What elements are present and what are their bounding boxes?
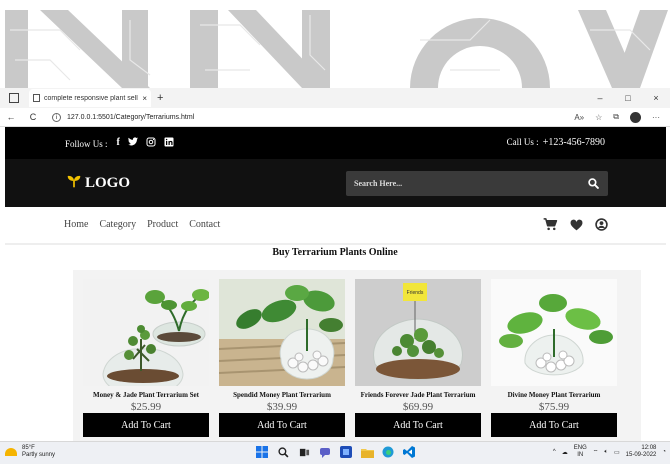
product-price: $39.99 xyxy=(266,401,298,413)
product-name[interactable]: Money & Jade Plant Terrarium Set xyxy=(83,391,209,399)
add-to-cart-button[interactable]: Add To Cart xyxy=(491,413,617,437)
product-card: Money & Jade Plant Terrarium Set $25.99 … xyxy=(73,270,209,445)
main-navigation: Home Category Product Contact xyxy=(5,207,666,245)
more-menu-icon[interactable]: ··· xyxy=(652,113,660,122)
site-top-bar: Follow Us : f Call Us : +123-456-7890 xyxy=(5,127,666,159)
linkedin-icon[interactable] xyxy=(164,137,174,150)
weather-desc: Partly sunny xyxy=(22,452,56,458)
call-label: Call Us : xyxy=(506,137,539,147)
page-favicon-icon xyxy=(33,94,40,102)
social-links: f xyxy=(117,137,174,150)
site-info-icon[interactable]: i xyxy=(52,112,61,122)
product-card: Friends Friends Forever Jade Plant Terra… xyxy=(345,270,481,445)
tab-actions-icon[interactable] xyxy=(9,93,19,103)
desktop-wallpaper-banner xyxy=(0,0,670,88)
minimize-button[interactable]: – xyxy=(586,93,614,103)
phone-number[interactable]: +123-456-7890 xyxy=(543,137,605,148)
volume-icon[interactable]: 🔈︎ xyxy=(604,449,608,456)
back-button[interactable]: ← xyxy=(0,112,22,122)
weather-temp: 85°F xyxy=(22,445,35,451)
product-name[interactable]: Divine Money Plant Terrarium xyxy=(491,391,617,399)
notifications-icon[interactable]: ◔ xyxy=(662,449,666,455)
search-icon[interactable] xyxy=(578,171,608,196)
start-windows-icon[interactable] xyxy=(255,445,269,459)
close-window-button[interactable]: × xyxy=(642,93,670,103)
clock[interactable]: 12:08 15-09-2022 xyxy=(626,445,657,459)
heart-icon[interactable] xyxy=(570,218,583,236)
product-name[interactable]: Friends Forever Jade Plant Terrarium xyxy=(355,391,481,399)
product-price: $25.99 xyxy=(130,401,162,413)
maximize-button[interactable]: □ xyxy=(614,93,642,103)
cart-icon[interactable] xyxy=(543,218,558,236)
weather-widget[interactable]: 85°F Partly sunny xyxy=(5,445,55,459)
twitter-icon[interactable] xyxy=(127,137,138,150)
language-indicator[interactable]: ENG IN xyxy=(574,445,587,459)
facebook-icon[interactable]: f xyxy=(117,137,120,150)
read-aloud-icon[interactable]: A» xyxy=(574,113,584,122)
tray-chevron-icon[interactable]: ^ xyxy=(553,449,556,455)
svg-text:Friends: Friends xyxy=(407,290,424,296)
product-image[interactable] xyxy=(491,279,617,386)
vscode-icon[interactable] xyxy=(402,445,416,459)
wifi-icon[interactable]: ⌔ xyxy=(593,448,599,456)
nav-home[interactable]: Home xyxy=(64,219,88,230)
browser-tab-strip: complete responsive plant selling… × + –… xyxy=(0,88,670,108)
chat-icon[interactable] xyxy=(318,445,332,459)
product-image[interactable] xyxy=(83,279,209,386)
call-us: Call Us : +123-456-7890 xyxy=(507,137,605,148)
window-controls: – □ × xyxy=(586,88,670,108)
favorites-add-icon[interactable]: ☆ xyxy=(595,113,602,122)
url-field[interactable]: i 127.0.0.1:5501/Category/Terrariums.htm… xyxy=(52,110,574,124)
plant-sprout-icon xyxy=(67,174,81,193)
add-to-cart-button[interactable]: Add To Cart xyxy=(219,413,345,437)
product-image[interactable] xyxy=(219,279,345,386)
file-explorer-icon[interactable] xyxy=(360,445,374,459)
profile-avatar[interactable] xyxy=(630,111,641,123)
new-tab-button[interactable]: + xyxy=(157,92,163,104)
collections-icon[interactable]: ⧉ xyxy=(613,112,619,122)
logo-text: LOGO xyxy=(85,175,131,191)
site-logo[interactable]: LOGO xyxy=(67,174,130,193)
search-box xyxy=(346,171,608,196)
nav-icons xyxy=(543,218,608,236)
instagram-icon[interactable] xyxy=(146,137,156,150)
product-grid: Money & Jade Plant Terrarium Set $25.99 … xyxy=(73,270,641,445)
product-card: Spendid Money Plant Terrarium $39.99 Add… xyxy=(209,270,345,445)
tab-close-icon[interactable]: × xyxy=(142,94,147,103)
product-price: $69.99 xyxy=(402,401,434,413)
search-input[interactable] xyxy=(346,178,578,189)
browser-tab[interactable]: complete responsive plant selling… × xyxy=(29,89,151,107)
tab-title: complete responsive plant selling… xyxy=(44,94,138,102)
nav-category[interactable]: Category xyxy=(99,219,136,230)
browser-address-bar: ← C i 127.0.0.1:5501/Category/Terrariums… xyxy=(0,108,670,127)
product-price: $75.99 xyxy=(538,401,570,413)
nav-contact[interactable]: Contact xyxy=(189,219,220,230)
page-heading: Buy Terrarium Plants Online xyxy=(272,247,398,258)
add-to-cart-button[interactable]: Add To Cart xyxy=(83,413,209,437)
follow-label: Follow Us : xyxy=(65,138,108,149)
nav-product[interactable]: Product xyxy=(147,219,178,230)
user-icon[interactable] xyxy=(595,218,608,236)
follow-us: Follow Us : f xyxy=(65,137,174,150)
windows-taskbar: 85°F Partly sunny ^ ☁ ENG IN ⌔ 🔈︎ ▭ 12:0… xyxy=(0,441,670,464)
taskbar-apps xyxy=(255,445,416,459)
weather-sun-icon xyxy=(5,448,17,456)
add-to-cart-button[interactable]: Add To Cart xyxy=(355,413,481,437)
url-text: 127.0.0.1:5501/Category/Terrariums.html xyxy=(67,113,195,121)
task-view-icon[interactable] xyxy=(297,445,311,459)
battery-icon[interactable]: ▭ xyxy=(614,449,620,456)
edge-browser-icon[interactable] xyxy=(381,445,395,459)
nav-links: Home Category Product Contact xyxy=(64,219,220,230)
browser-toolbar-icons: A» ☆ ⧉ ··· xyxy=(574,111,660,123)
site-header: LOGO xyxy=(5,159,666,207)
product-image[interactable]: Friends xyxy=(355,279,481,386)
reload-button[interactable]: C xyxy=(22,112,44,122)
system-tray: ^ ☁ ENG IN ⌔ 🔈︎ ▭ 12:08 15-09-2022 ◔ xyxy=(553,445,666,459)
widgets-icon[interactable] xyxy=(339,445,353,459)
onedrive-icon[interactable]: ☁ xyxy=(562,449,568,456)
search-taskbar-icon[interactable] xyxy=(276,445,290,459)
product-card: Divine Money Plant Terrarium $75.99 Add … xyxy=(481,270,617,445)
product-name[interactable]: Spendid Money Plant Terrarium xyxy=(219,391,345,399)
